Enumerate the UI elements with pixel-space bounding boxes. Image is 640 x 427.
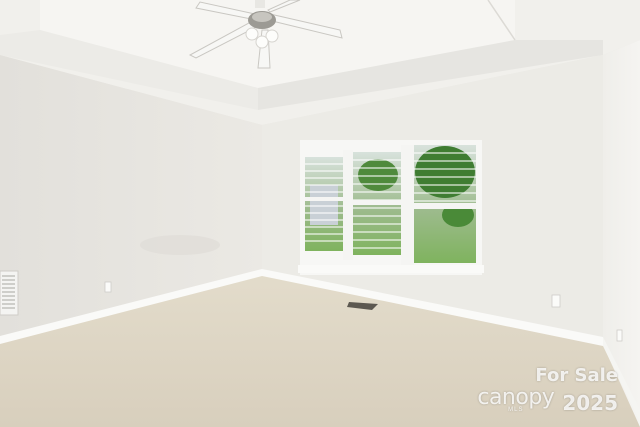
electrical-outlet-icon [616, 329, 623, 342]
electrical-outlet-icon [551, 294, 561, 308]
electrical-outlet-icon [104, 281, 112, 293]
window [298, 140, 484, 275]
listing-watermark: For Sale canopy MLS 2025 [477, 365, 618, 415]
room-illustration [0, 0, 640, 427]
watermark-for-sale: For Sale [535, 365, 618, 386]
air-vent-icon [0, 270, 19, 316]
wall-shadow [140, 235, 220, 255]
watermark-year: 2025 [562, 391, 618, 415]
room-photo: For Sale canopy MLS 2025 [0, 0, 640, 427]
